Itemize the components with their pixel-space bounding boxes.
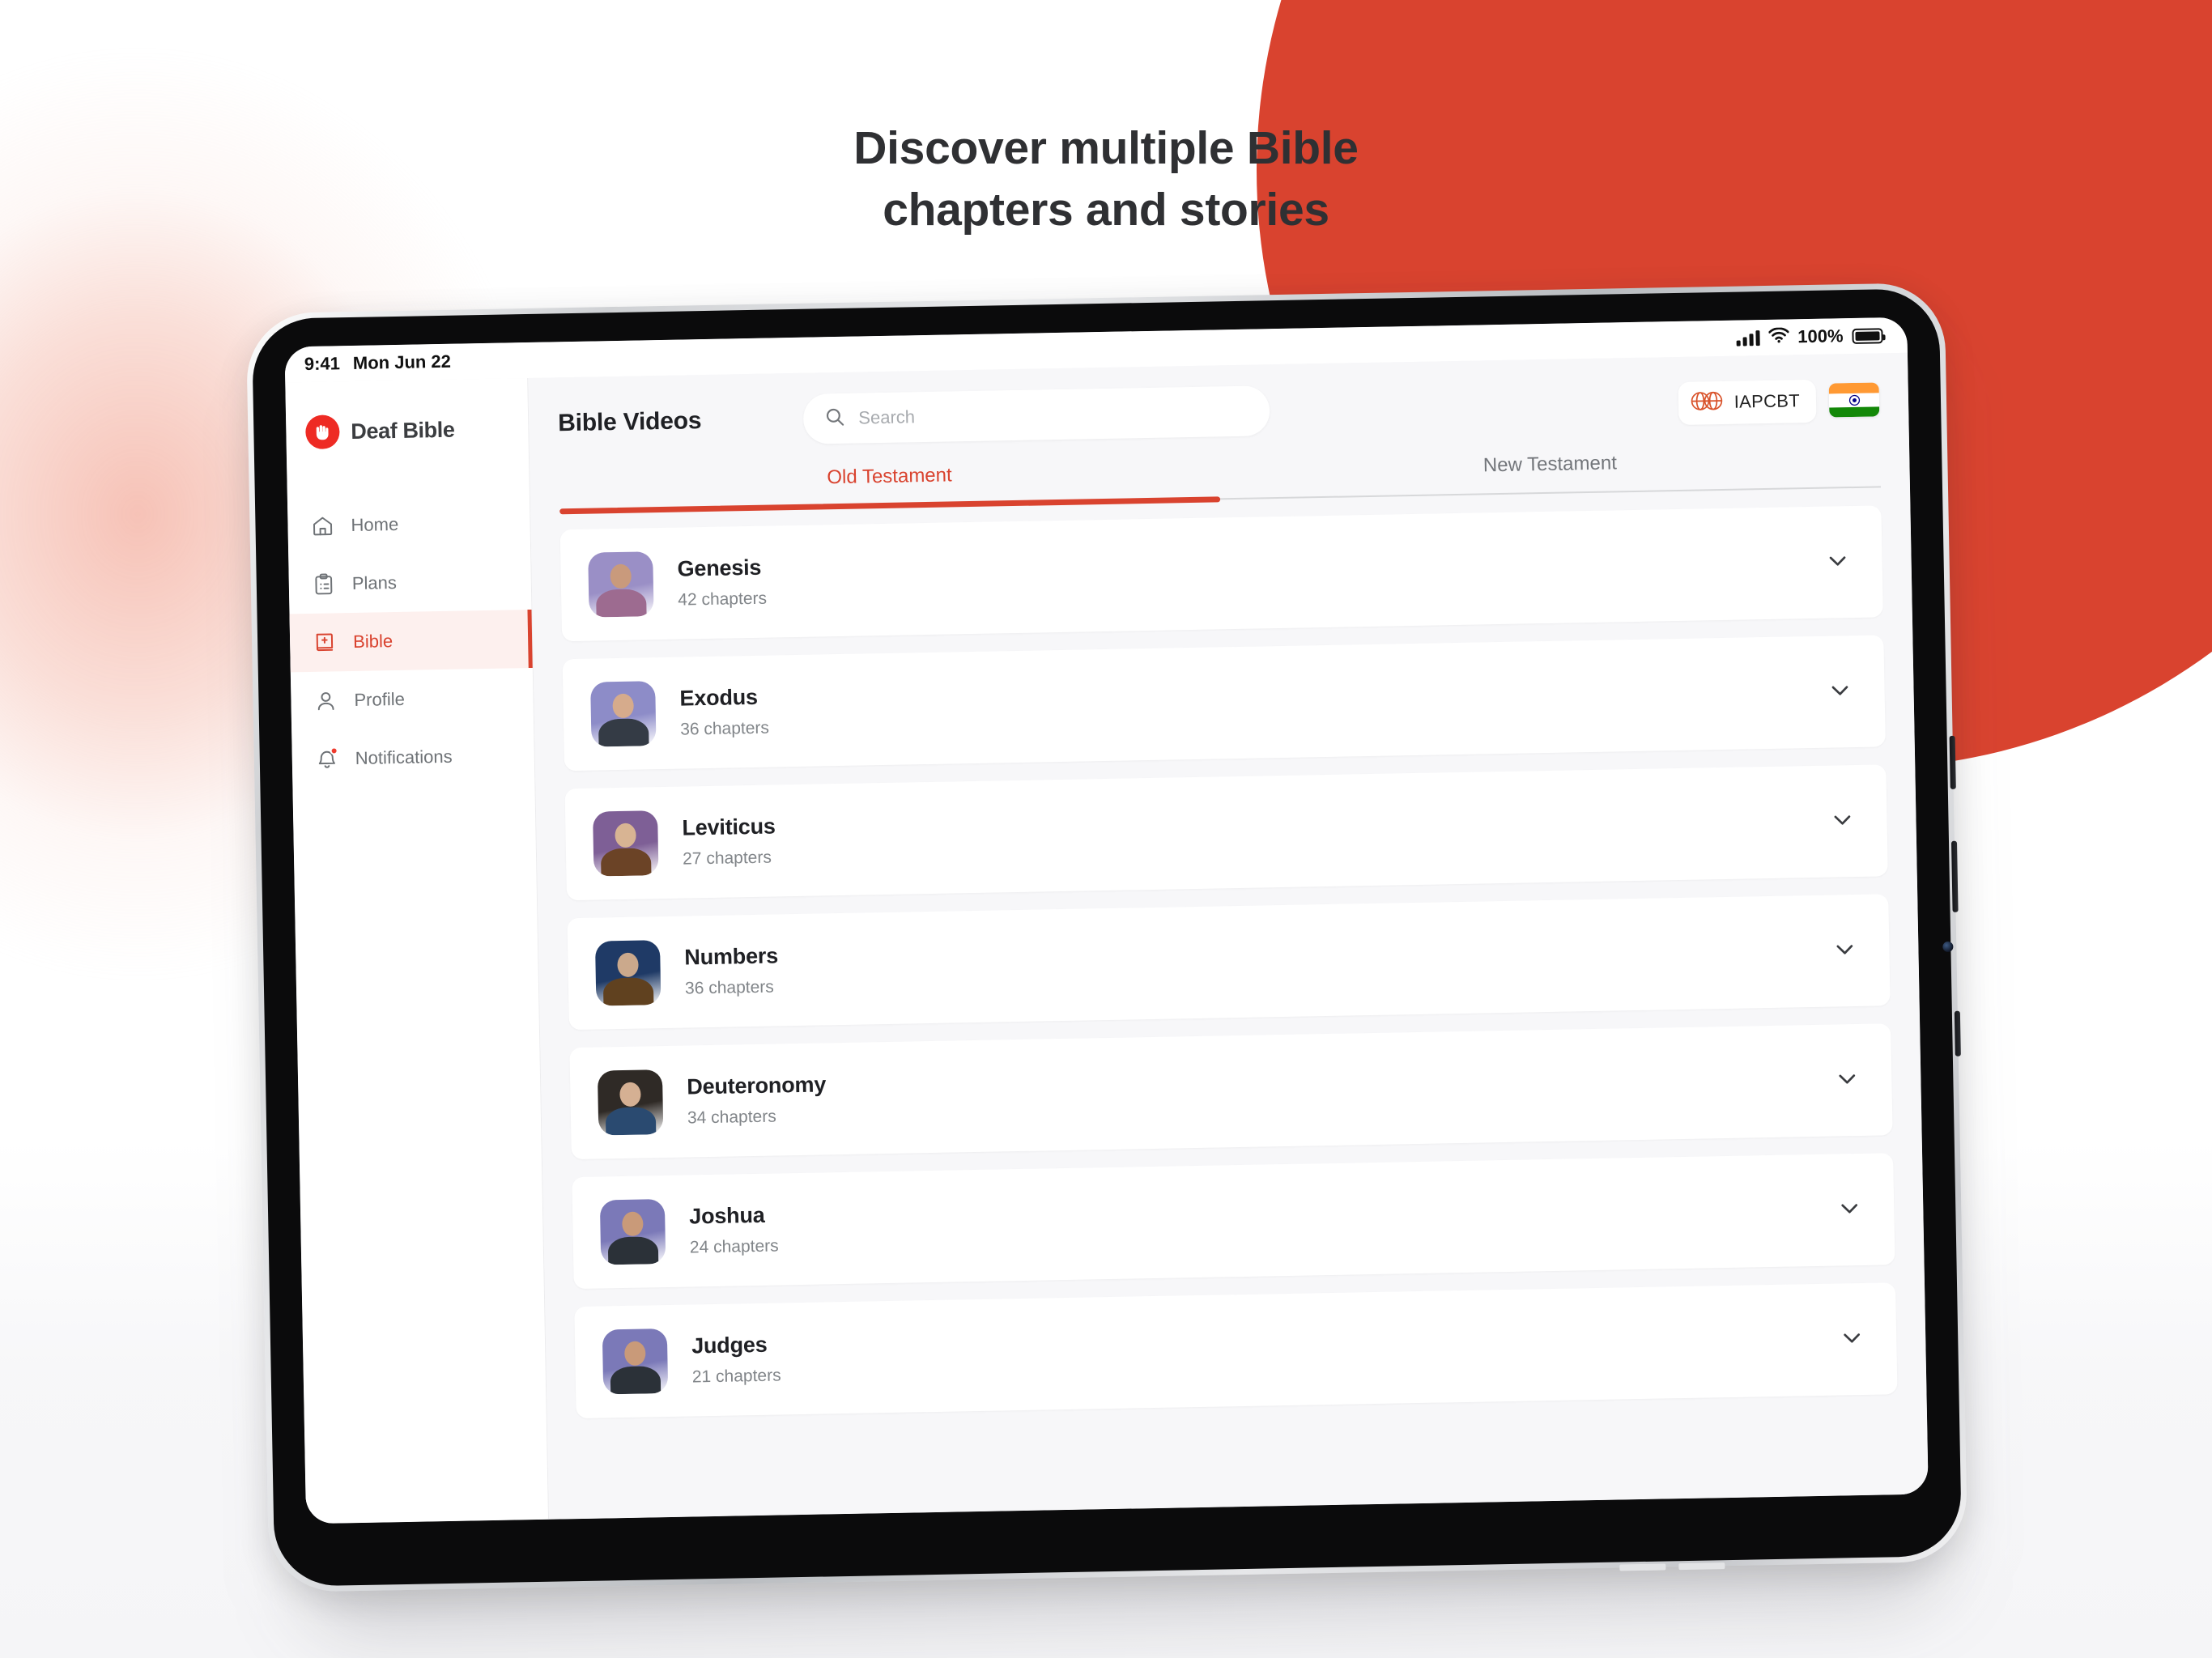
book-row[interactable]: Exodus 36 chapters	[562, 635, 1886, 772]
sidebar-item-label-plans: Plans	[351, 572, 398, 594]
book-chapter-count: 24 chapters	[689, 1236, 779, 1257]
chevron-down-icon[interactable]	[1836, 1193, 1864, 1226]
book-text: Joshua 24 chapters	[689, 1203, 779, 1258]
book-thumbnail	[590, 681, 657, 747]
book-title: Genesis	[677, 555, 762, 581]
book-text: Judges 21 chapters	[691, 1332, 781, 1387]
tablet-device: 9:41 Mon Jun 22 100% Deaf Bible Home Pla…	[245, 282, 1968, 1635]
bell-icon	[315, 746, 340, 772]
promo-headline-line-2: chapters and stories	[883, 184, 1329, 236]
book-chapter-count: 21 chapters	[691, 1366, 781, 1387]
chevron-down-icon[interactable]	[1833, 1064, 1861, 1096]
book-chapter-count: 36 chapters	[679, 718, 770, 739]
brand-logo[interactable]: Deaf Bible	[286, 399, 529, 461]
book-title: Judges	[691, 1332, 768, 1358]
sidebar-nav: Home Plans Bible Profile Notifications	[287, 493, 535, 789]
tablet-volume-down-button[interactable]	[1950, 840, 1959, 912]
book-chapter-count: 34 chapters	[687, 1107, 776, 1128]
book-list: Genesis 42 chapters Exodus 36 chapters L…	[530, 487, 1929, 1520]
book-text: Leviticus 27 chapters	[682, 814, 776, 869]
chevron-down-icon[interactable]	[1823, 546, 1852, 579]
flag-band-white	[1828, 392, 1880, 408]
book-thumbnail	[594, 940, 661, 1006]
page-title: Bible Videos	[557, 407, 702, 437]
sidebar-item-label-profile: Profile	[354, 688, 406, 710]
promo-headline: Discover multiple Bible chapters and sto…	[0, 117, 2212, 241]
search-icon	[824, 406, 846, 431]
book-thumbnail	[588, 551, 654, 618]
book-title: Numbers	[684, 943, 779, 970]
tablet-power-button[interactable]	[1954, 1010, 1961, 1056]
book-row[interactable]: Genesis 42 chapters	[559, 505, 1883, 642]
brand-name: Deaf Bible	[351, 417, 455, 444]
book-title: Leviticus	[682, 814, 776, 840]
battery-percent-label: 100%	[1797, 325, 1844, 347]
chevron-down-icon[interactable]	[1828, 806, 1857, 838]
india-flag-icon[interactable]	[1828, 382, 1880, 418]
tab-old-testament[interactable]: Old Testament	[559, 459, 1220, 512]
tab-new-testament-label: New Testament	[1482, 452, 1618, 477]
app-body: Deaf Bible Home Plans Bible Profile Noti…	[285, 352, 1929, 1524]
book-chapter-count: 27 chapters	[682, 848, 772, 869]
sidebar: Deaf Bible Home Plans Bible Profile Noti…	[285, 377, 550, 1524]
tab-old-testament-label: Old Testament	[827, 464, 952, 489]
sidebar-item-bible[interactable]: Bible	[289, 609, 533, 673]
chevron-down-icon[interactable]	[1838, 1323, 1866, 1355]
tablet-volume-up-button[interactable]	[1949, 735, 1956, 789]
bible-book-icon	[313, 630, 338, 655]
book-thumbnail	[597, 1069, 664, 1136]
status-bar-time: 9:41	[304, 353, 341, 375]
book-thumbnail	[593, 810, 659, 877]
tablet-screen: 9:41 Mon Jun 22 100% Deaf Bible Home Pla…	[284, 317, 1929, 1524]
book-thumbnail	[599, 1199, 666, 1265]
deaf-bible-hands-logo	[305, 414, 340, 450]
chevron-down-icon[interactable]	[1831, 934, 1859, 967]
sidebar-item-label-notifications: Notifications	[355, 746, 453, 768]
book-chapter-count: 36 chapters	[684, 977, 775, 998]
organization-name: IAPCBT	[1733, 390, 1801, 412]
home-icon	[310, 513, 335, 538]
search-bar[interactable]	[802, 385, 1270, 444]
flag-band-green	[1829, 406, 1880, 418]
book-row[interactable]: Joshua 24 chapters	[572, 1153, 1895, 1290]
flag-band-saffron	[1828, 382, 1879, 394]
book-text: Exodus 36 chapters	[679, 685, 769, 740]
book-row[interactable]: Numbers 36 chapters	[567, 894, 1891, 1031]
book-title: Deuteronomy	[687, 1072, 827, 1099]
promo-headline-line-1: Discover multiple Bible	[853, 122, 1359, 174]
sidebar-item-label-bible: Bible	[352, 631, 393, 652]
book-chapter-count: 42 chapters	[678, 589, 768, 610]
book-row[interactable]: Leviticus 27 chapters	[564, 764, 1888, 901]
cellular-signal-icon	[1736, 329, 1760, 346]
clipboard-icon	[312, 572, 337, 597]
search-input[interactable]	[858, 400, 1249, 429]
book-title: Exodus	[679, 684, 759, 711]
wifi-icon	[1767, 326, 1789, 347]
chevron-down-icon[interactable]	[1826, 676, 1854, 708]
main-content: Bible Videos Search IAPCBT Old Testament…	[528, 352, 1929, 1520]
book-row[interactable]: Judges 21 chapters	[574, 1282, 1898, 1419]
book-row[interactable]: Deuteronomy 34 chapters	[569, 1023, 1893, 1160]
book-thumbnail	[602, 1329, 669, 1395]
sidebar-item-home[interactable]: Home	[287, 493, 530, 555]
sidebar-item-plans[interactable]: Plans	[288, 551, 531, 614]
book-text: Genesis 42 chapters	[677, 555, 767, 610]
battery-full-icon	[1852, 327, 1883, 344]
sidebar-item-profile[interactable]: Profile	[291, 668, 534, 730]
person-icon	[313, 688, 338, 713]
status-bar-date: Mon Jun 22	[352, 351, 452, 373]
globes-icon	[1689, 388, 1724, 417]
book-title: Joshua	[688, 1202, 765, 1229]
header-right-controls: IAPCBT	[1678, 378, 1880, 425]
sidebar-item-label-home: Home	[351, 513, 399, 536]
book-text: Numbers 36 chapters	[684, 943, 779, 998]
sidebar-item-notifications[interactable]: Notifications	[291, 726, 534, 789]
book-text: Deuteronomy 34 chapters	[687, 1072, 827, 1128]
organization-chip[interactable]: IAPCBT	[1678, 379, 1817, 425]
